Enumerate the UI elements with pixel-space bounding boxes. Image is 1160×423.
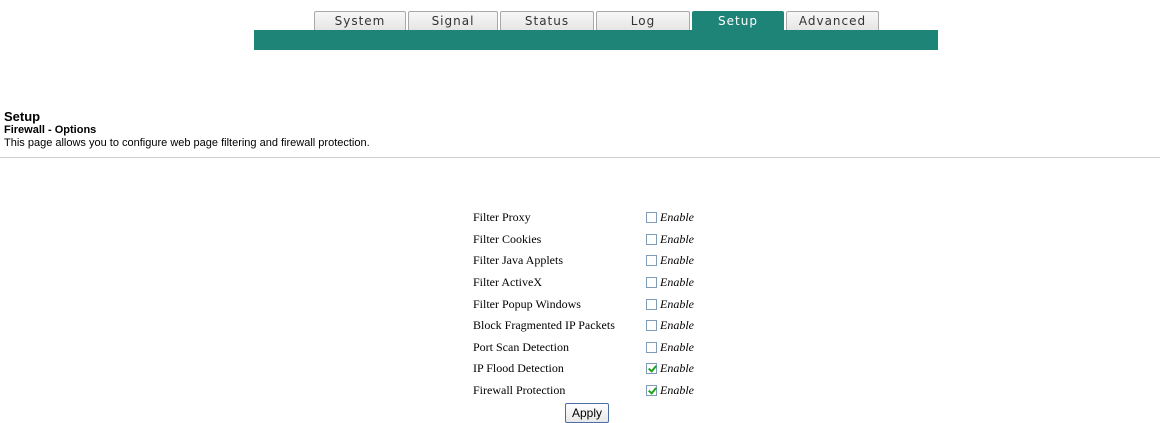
firewall-protection-checkbox[interactable] (646, 385, 657, 397)
port-scan-detection-checkbox[interactable] (646, 341, 657, 353)
option-row-ip-flood-detection: IP Flood Detection Enable (473, 358, 694, 380)
tab-advanced[interactable]: Advanced (786, 11, 879, 30)
option-row-port-scan-detection: Port Scan Detection Enable (473, 337, 694, 359)
filter-proxy-checkbox[interactable] (646, 212, 657, 224)
option-row-filter-popup-windows: Filter Popup Windows Enable (473, 293, 694, 315)
tab-setup[interactable]: Setup (692, 11, 784, 30)
enable-label: Enable (660, 275, 694, 290)
option-label: Filter ActiveX (473, 275, 542, 290)
page-title: Setup (4, 109, 41, 124)
enable-label: Enable (660, 296, 694, 311)
page-description: This page allows you to configure web pa… (4, 137, 370, 149)
option-label: Port Scan Detection (473, 339, 569, 354)
apply-button[interactable]: Apply (565, 403, 610, 423)
filter-cookies-checkbox[interactable] (646, 233, 657, 245)
option-label: Filter Cookies (473, 231, 542, 246)
filter-java-applets-checkbox[interactable] (646, 255, 657, 267)
enable-label: Enable (660, 383, 694, 398)
option-row-filter-java-applets: Filter Java Applets Enable (473, 250, 694, 272)
enable-label: Enable (660, 318, 694, 333)
page-subtitle: Firewall - Options (4, 124, 97, 136)
enable-label: Enable (660, 231, 694, 246)
option-row-filter-activex: Filter ActiveX Enable (473, 272, 694, 294)
enable-label: Enable (660, 361, 694, 376)
option-label: IP Flood Detection (473, 361, 564, 376)
option-label: Filter Popup Windows (473, 296, 581, 311)
enable-label: Enable (660, 253, 694, 268)
tab-system[interactable]: System (314, 11, 406, 30)
option-label: Block Fragmented IP Packets (473, 318, 615, 333)
ip-flood-detection-checkbox[interactable] (646, 363, 657, 375)
enable-label: Enable (660, 339, 694, 354)
option-label: Filter Proxy (473, 210, 531, 225)
firewall-options-table: Filter Proxy Enable Filter Cookies Enabl… (473, 207, 694, 401)
main-nav-tabs: System Signal Status Log Setup Advanced (314, 11, 884, 30)
option-row-firewall-protection: Firewall Protection Enable (473, 380, 694, 402)
option-row-filter-cookies: Filter Cookies Enable (473, 229, 694, 251)
filter-activex-checkbox[interactable] (646, 277, 657, 289)
option-label: Firewall Protection (473, 383, 566, 398)
tab-signal[interactable]: Signal (408, 11, 498, 30)
filter-popup-windows-checkbox[interactable] (646, 298, 657, 310)
option-label: Filter Java Applets (473, 253, 563, 268)
tab-log[interactable]: Log (596, 11, 690, 30)
option-row-block-fragmented-ip: Block Fragmented IP Packets Enable (473, 315, 694, 337)
enable-label: Enable (660, 210, 694, 225)
nav-accent-bar (254, 30, 938, 50)
tab-status[interactable]: Status (500, 11, 594, 30)
block-fragmented-ip-checkbox[interactable] (646, 320, 657, 332)
option-row-filter-proxy: Filter Proxy Enable (473, 207, 694, 229)
header-divider (0, 157, 1160, 158)
